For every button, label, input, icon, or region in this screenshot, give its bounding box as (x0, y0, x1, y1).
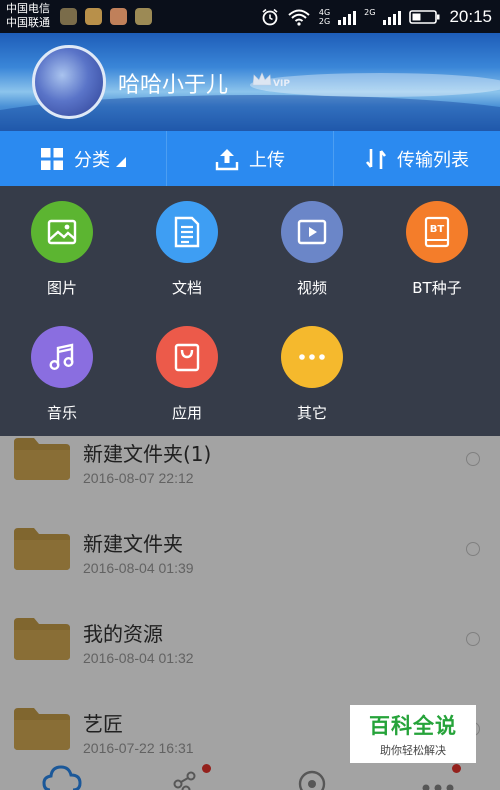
select-radio[interactable] (466, 452, 480, 466)
net-label-4g: 4G (318, 7, 331, 17)
status-bar: 中国电信 中国联通 4G 2G 2G 20:15 (0, 0, 500, 33)
category-image[interactable]: 图片 (12, 201, 112, 311)
category-video-circle (281, 201, 343, 263)
carrier-1: 中国电信 (6, 2, 50, 15)
discover-icon[interactable] (292, 764, 332, 790)
category-label: 其它 (296, 404, 327, 422)
net-label-2g-second: 2G (364, 7, 376, 17)
category-label: 音乐 (46, 404, 77, 422)
music-icon (49, 343, 74, 371)
category-other[interactable]: 其它 (262, 326, 362, 436)
select-radio[interactable] (466, 632, 480, 646)
list-item[interactable]: 新建文件夹 2016-08-04 01:39 (0, 510, 500, 600)
transfer-list-button[interactable]: 传输列表 (334, 131, 500, 186)
category-other-circle (281, 326, 343, 388)
carrier-info: 中国电信 中国联通 (6, 2, 50, 30)
category-label: BT种子 (412, 279, 462, 297)
notification-icon-4 (135, 8, 152, 25)
category-video[interactable]: 视频 (262, 201, 362, 311)
category-music-circle (31, 326, 93, 388)
action-toolbar: 分类 上传 传输列表 (0, 131, 500, 186)
category-music[interactable]: 音乐 (12, 326, 112, 436)
category-label: 应用 (171, 404, 202, 422)
vip-label: VIP (273, 79, 290, 89)
category-button[interactable]: 分类 (0, 131, 167, 186)
file-name: 艺匠 (83, 712, 123, 736)
list-item[interactable]: 新建文件夹(1) 2016-08-07 22:12 (0, 436, 500, 510)
cloud-icon[interactable] (42, 764, 82, 790)
category-label: 文档 (171, 279, 202, 297)
category-bt[interactable]: BT BT种子 (387, 201, 487, 311)
category-image-circle (31, 201, 93, 263)
image-icon (47, 219, 77, 245)
more-badge (452, 764, 461, 773)
category-label: 图片 (46, 279, 77, 297)
net-label-2g: 2G (318, 16, 331, 26)
svg-text:BT: BT (430, 224, 445, 235)
category-app[interactable]: 应用 (137, 326, 237, 436)
watermark: 百科全说 助你轻松解决 (350, 705, 476, 763)
grid-icon (41, 147, 63, 170)
category-bt-circle: BT (406, 201, 468, 263)
notification-icon-1 (60, 8, 77, 25)
category-app-circle (156, 326, 218, 388)
category-label: 视频 (296, 279, 327, 297)
avatar[interactable] (32, 45, 106, 119)
vip-badge[interactable]: VIP (252, 71, 290, 89)
folder-icon (14, 438, 70, 480)
wifi-icon (288, 9, 310, 26)
username[interactable]: 哈哈小于儿 (118, 67, 228, 99)
category-panel: 图片 文档 视频 BT BT种子 音乐 应用 其它 (0, 186, 500, 436)
transfer-list-label: 传输列表 (397, 149, 469, 171)
upload-label: 上传 (249, 149, 285, 171)
app-icon (174, 343, 200, 372)
clock: 20:15 (449, 6, 492, 26)
file-name: 新建文件夹(1) (83, 442, 212, 466)
category-label: 分类 (74, 149, 110, 171)
dropdown-triangle-icon (116, 156, 126, 167)
category-document-circle (156, 201, 218, 263)
file-date: 2016-08-04 01:39 (83, 560, 194, 576)
notification-icon-2 (85, 8, 102, 25)
upload-button[interactable]: 上传 (167, 131, 334, 186)
document-icon (174, 216, 200, 248)
more-dots-icon (299, 354, 325, 360)
file-name: 新建文件夹 (83, 532, 183, 556)
watermark-title: 百科全说 (369, 714, 457, 738)
share-badge (202, 764, 211, 773)
signal-icon-1 (338, 9, 357, 25)
folder-icon (14, 708, 70, 750)
carrier-2: 中国联通 (6, 16, 50, 29)
select-radio[interactable] (466, 542, 480, 556)
file-date: 2016-07-22 16:31 (83, 740, 194, 756)
list-item[interactable]: 我的资源 2016-08-04 01:32 (0, 600, 500, 690)
crown-icon (252, 72, 272, 86)
transfer-icon (365, 148, 387, 169)
alarm-icon (262, 8, 278, 25)
bt-icon: BT (424, 216, 450, 248)
notification-icon-3 (110, 8, 127, 25)
network-type-2: 2G (364, 8, 375, 26)
video-icon (297, 219, 327, 245)
watermark-subtitle: 助你轻松解决 (380, 744, 446, 757)
file-date: 2016-08-04 01:32 (83, 650, 194, 666)
folder-icon (14, 528, 70, 570)
share-icon[interactable] (166, 764, 206, 790)
network-type-1: 4G 2G (319, 8, 330, 26)
category-document[interactable]: 文档 (137, 201, 237, 311)
upload-icon (215, 148, 239, 170)
battery-icon (409, 9, 440, 24)
file-date: 2016-08-07 22:12 (83, 470, 194, 486)
signal-icon-2 (383, 9, 402, 25)
profile-header: 哈哈小于儿 VIP (0, 33, 500, 131)
folder-icon (14, 618, 70, 660)
file-name: 我的资源 (83, 622, 163, 646)
